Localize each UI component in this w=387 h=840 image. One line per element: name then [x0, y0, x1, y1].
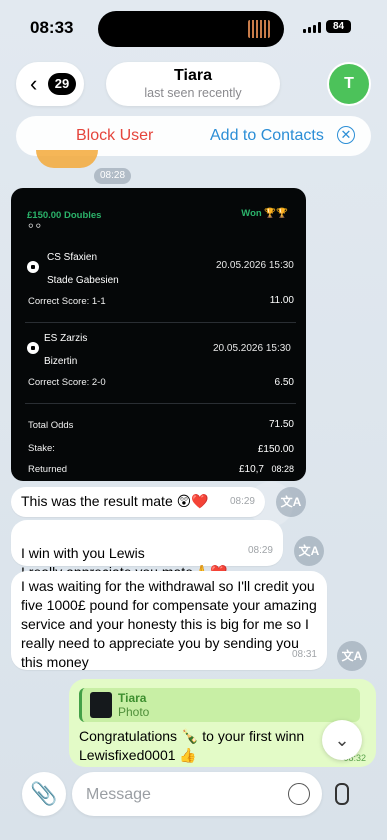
microphone-button[interactable]	[322, 772, 362, 816]
message-input[interactable]	[84, 782, 278, 808]
chat-title[interactable]: Tiara last seen recently	[106, 62, 280, 106]
dynamic-island	[98, 11, 284, 47]
match-market: Correct Score: 1-1	[28, 296, 106, 307]
message-text: Congratulations 🍾 to your first winn Lew…	[79, 728, 305, 763]
slip-time: 08:28	[271, 464, 294, 474]
message-bubble[interactable]: I win with you Lewis I really appreciate…	[11, 520, 283, 580]
message-time: 08:31	[291, 649, 317, 660]
match-datetime: 20.05.2026 15:30	[216, 260, 294, 271]
chevron-left-icon: ‹	[30, 71, 38, 96]
football-icon	[27, 261, 39, 273]
message-time: 08:29	[229, 496, 255, 507]
bet-slip-image[interactable]: £150.00 Doubles Won 🏆🏆 ⚪⚪ CS Sfaxien 20.…	[11, 188, 306, 481]
returned-value: £10,7	[238, 464, 264, 475]
divider	[25, 403, 296, 404]
stake-label: Stake:	[28, 443, 55, 454]
slip-title: £150.00 Doubles	[27, 210, 102, 221]
last-seen: last seen recently	[144, 86, 242, 100]
sticker-icon[interactable]	[288, 783, 310, 805]
divider	[25, 322, 296, 323]
translate-icon[interactable]: 文A	[294, 536, 324, 566]
match-datetime: 20.05.2026 15:30	[213, 343, 291, 354]
battery-icon: 84	[326, 20, 351, 33]
slip-dots: ⚪⚪	[27, 221, 43, 231]
message-text: This was the result mate 😲❤️	[21, 493, 209, 509]
reply-type: Photo	[118, 705, 150, 719]
audio-wave-icon	[248, 20, 270, 38]
signal-icon	[303, 22, 321, 33]
attach-button[interactable]: 📎	[22, 772, 66, 816]
paperclip-icon: 📎	[30, 781, 58, 806]
message-bubble[interactable]: I was waiting for the withdrawal so I'll…	[11, 571, 327, 670]
scroll-down-button[interactable]: ⌄	[322, 720, 362, 760]
total-odds-label: Total Odds	[28, 420, 74, 431]
match-home: CS Sfaxien	[47, 252, 98, 263]
unread-badge: 29	[48, 73, 76, 95]
message-composer	[72, 772, 322, 816]
sticker-peek	[36, 150, 98, 168]
chevron-down-icon: ⌄	[334, 730, 350, 750]
translate-icon[interactable]: 文A	[337, 641, 367, 671]
match-home: ES Zarzis	[44, 333, 88, 344]
returned-label: Returned	[28, 464, 68, 475]
add-to-contacts-button[interactable]: Add to Contacts	[210, 127, 324, 145]
back-button[interactable]: ‹ 29	[16, 62, 84, 106]
block-user-button[interactable]: Block User	[76, 127, 153, 145]
avatar[interactable]: T	[329, 64, 369, 104]
total-odds-value: 71.50	[268, 419, 294, 430]
football-icon	[27, 342, 39, 354]
translate-icon[interactable]: 文A	[276, 487, 306, 517]
stake-value: £150.00	[257, 444, 294, 455]
match-away: Stade Gabesien	[47, 275, 119, 286]
match-odds: 6.50	[274, 377, 294, 388]
reply-author: Tiara	[118, 691, 147, 705]
status-bar: 08:33 84	[0, 0, 387, 52]
photo-thumbnail	[90, 692, 112, 718]
message-bubble[interactable]: This was the result mate 😲❤️ 08:29	[11, 487, 265, 517]
contact-name: Tiara	[174, 67, 212, 84]
close-icon[interactable]: ✕	[337, 126, 355, 144]
match-odds: 11.00	[269, 295, 294, 306]
reply-quote[interactable]: Tiara Photo	[79, 688, 360, 722]
microphone-icon	[335, 782, 349, 805]
match-market: Correct Score: 2-0	[28, 377, 106, 388]
slip-status: Won 🏆🏆	[241, 208, 288, 219]
message-time: 08:29	[247, 545, 273, 556]
message-time-chip: 08:28	[94, 168, 132, 184]
status-time: 08:33	[30, 18, 74, 37]
match-away: Bizertin	[44, 356, 78, 367]
message-text: I was waiting for the withdrawal so I'll…	[21, 578, 317, 670]
